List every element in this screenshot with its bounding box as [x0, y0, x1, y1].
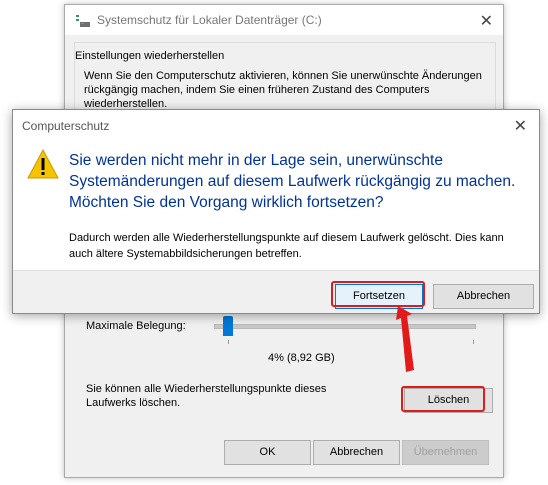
ok-button[interactable]: OK: [224, 440, 311, 465]
slider-tick: [228, 340, 229, 344]
abort-button[interactable]: Abbrechen: [433, 284, 534, 309]
usage-value: 4% (8,92 GB): [268, 352, 335, 364]
main-instruction: Sie werden nicht mehr in der Lage sein, …: [69, 152, 516, 211]
delete-description: Sie können alle Wiederherstellungspunkte…: [86, 383, 327, 409]
red-arrow-icon: [396, 306, 414, 372]
computer-protection-dialog: Computerschutz ✕ Sie werden nicht mehr i…: [12, 109, 540, 314]
warning-icon: [27, 149, 59, 179]
delete-highlight: [401, 386, 485, 412]
drive-icon: [76, 15, 90, 27]
close-icon[interactable]: ✕: [514, 116, 527, 136]
slider-tick: [473, 340, 474, 344]
close-icon[interactable]: ✕: [480, 11, 493, 31]
max-usage-label: Maximale Belegung:: [86, 320, 186, 332]
group-title: Einstellungen wiederherstellen: [75, 50, 225, 62]
apply-button[interactable]: Übernehmen: [402, 440, 489, 465]
usage-slider-thumb[interactable]: [223, 316, 233, 336]
detail-text: Dadurch werden alle Wiederherstellungspu…: [69, 232, 504, 260]
usage-slider-track[interactable]: [214, 324, 476, 329]
window-title: Systemschutz für Lokaler Datenträger (C:…: [97, 13, 322, 27]
dialog-title: Computerschutz: [22, 119, 110, 133]
group-description: Wenn Sie den Computerschutz aktivieren, …: [84, 70, 482, 110]
title-bar: Systemschutz für Lokaler Datenträger (C:…: [65, 5, 503, 35]
cancel-button[interactable]: Abbrechen: [313, 440, 400, 465]
